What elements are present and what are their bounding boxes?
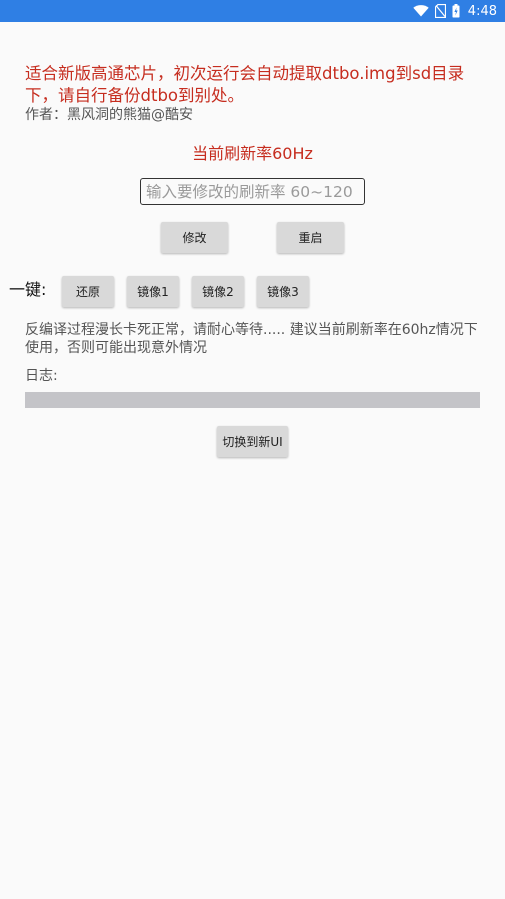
status-time: 4:48	[467, 3, 497, 19]
mirror3-button[interactable]: 镜像3	[257, 276, 309, 307]
status-icons: 4:48	[413, 0, 497, 22]
log-output	[25, 392, 480, 408]
modify-button[interactable]: 修改	[161, 222, 228, 253]
battery-icon	[452, 4, 460, 18]
onekey-label: 一键:	[9, 280, 47, 299]
log-label: 日志:	[25, 368, 58, 384]
refresh-rate-input[interactable]	[140, 178, 365, 205]
restart-button[interactable]: 重启	[277, 222, 344, 253]
author-text: 作者：黑风洞的熊猫@酷安	[25, 107, 193, 123]
no-sim-icon	[434, 4, 446, 18]
tip-text: 反编译过程漫长卡死正常，请耐心等待..... 建议当前刷新率在60hz情况下使用…	[25, 322, 478, 356]
status-bar: 4:48	[0, 0, 505, 22]
mirror2-button[interactable]: 镜像2	[192, 276, 244, 307]
switch-ui-button[interactable]: 切换到新UI	[217, 426, 288, 457]
mirror1-button[interactable]: 镜像1	[127, 276, 179, 307]
wifi-icon	[413, 5, 429, 17]
current-refresh-rate: 当前刷新率60Hz	[192, 144, 313, 163]
warning-text: 适合新版高通芯片，初次运行会自动提取dtbo.img到sd目录下，请自行备份dt…	[25, 64, 465, 105]
restore-button[interactable]: 还原	[62, 276, 114, 307]
